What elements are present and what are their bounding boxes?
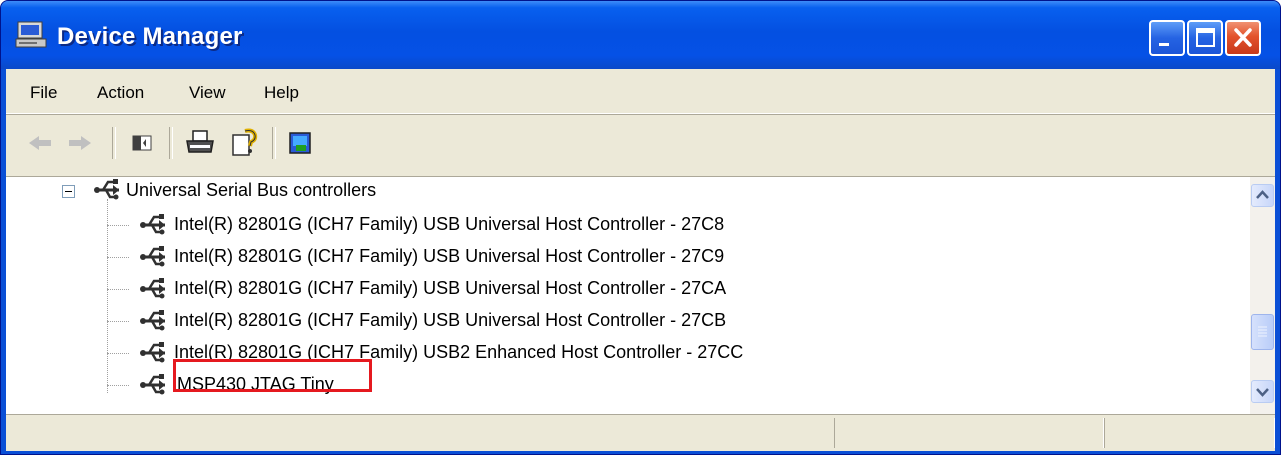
grip-icon xyxy=(1258,326,1267,337)
print-button[interactable] xyxy=(182,125,218,161)
forward-button[interactable] xyxy=(61,125,97,161)
usb-icon xyxy=(140,310,165,331)
status-pane xyxy=(1104,418,1275,448)
computer-icon xyxy=(15,21,47,48)
vertical-scrollbar[interactable] xyxy=(1250,177,1275,415)
maximize-button[interactable] xyxy=(1187,20,1223,56)
scroll-up-button[interactable] xyxy=(1251,184,1274,207)
show-hide-tree-button[interactable] xyxy=(124,125,160,161)
tree-device-row[interactable]: Intel(R) 82801G (ICH7 Family) USB Univer… xyxy=(6,273,1250,305)
status-pane xyxy=(834,418,1104,448)
device-label: Intel(R) 82801G (ICH7 Family) USB Univer… xyxy=(174,214,725,234)
menu-file[interactable]: File xyxy=(30,83,57,103)
close-icon xyxy=(1234,28,1252,47)
usb-icon xyxy=(140,214,165,235)
print-icon xyxy=(186,130,214,153)
tree-device-row[interactable]: Intel(R) 82801G (ICH7 Family) USB Univer… xyxy=(6,241,1250,273)
tree-connector xyxy=(107,353,129,354)
update-driver-button[interactable] xyxy=(282,125,318,161)
chevron-down-icon xyxy=(1256,388,1269,397)
menu-action[interactable]: Action xyxy=(97,83,144,103)
back-arrow-icon xyxy=(29,136,51,150)
scroll-thumb[interactable] xyxy=(1251,314,1274,350)
tree-connector xyxy=(107,385,129,386)
back-button[interactable] xyxy=(23,125,59,161)
usb-icon xyxy=(140,246,165,267)
usb-icon xyxy=(140,374,165,395)
tree-connector xyxy=(107,289,129,290)
device-manager-window: Device Manager File Action View Help Uni… xyxy=(0,0,1281,455)
toolbar-separator xyxy=(272,127,276,159)
usb-icon xyxy=(140,278,165,299)
highlight-annotation-box xyxy=(173,359,372,392)
category-label: Universal Serial Bus controllers xyxy=(126,180,377,200)
close-button[interactable] xyxy=(1225,20,1261,56)
tree-device-row[interactable]: Intel(R) 82801G (ICH7 Family) USB Univer… xyxy=(6,305,1250,337)
menu-view[interactable]: View xyxy=(189,83,226,103)
device-tree: Universal Serial Bus controllers Intel(R… xyxy=(6,177,1250,415)
minimize-icon xyxy=(1159,43,1169,46)
show-hide-console-tree-icon xyxy=(132,135,152,151)
forward-arrow-icon xyxy=(69,136,91,150)
toolbar xyxy=(6,114,1275,177)
chevron-up-icon xyxy=(1256,190,1269,199)
scroll-down-button[interactable] xyxy=(1251,380,1274,403)
tree-category-usb[interactable]: Universal Serial Bus controllers xyxy=(6,177,1250,209)
menu-bar: File Action View Help xyxy=(6,69,1275,114)
maximize-icon xyxy=(1196,28,1215,47)
client-area: File Action View Help Universal Serial B… xyxy=(6,69,1275,451)
usb-icon xyxy=(140,342,165,363)
tree-connector xyxy=(107,257,129,258)
title-bar[interactable]: Device Manager xyxy=(1,1,1280,69)
help-button[interactable] xyxy=(226,125,262,161)
usb-icon xyxy=(94,179,119,200)
help-icon xyxy=(232,128,258,156)
update-driver-icon xyxy=(289,132,311,154)
device-label: Intel(R) 82801G (ICH7 Family) USB Univer… xyxy=(174,310,727,330)
tree-connector xyxy=(107,225,129,226)
toolbar-separator xyxy=(169,127,173,159)
minimize-button[interactable] xyxy=(1149,20,1185,56)
collapse-toggle[interactable] xyxy=(62,185,75,198)
tree-connector xyxy=(107,321,129,322)
menu-help[interactable]: Help xyxy=(264,83,299,103)
toolbar-separator xyxy=(112,127,116,159)
device-tree-panel: Universal Serial Bus controllers Intel(R… xyxy=(6,176,1275,415)
device-label: Intel(R) 82801G (ICH7 Family) USB Univer… xyxy=(174,246,725,266)
window-title: Device Manager xyxy=(57,23,243,50)
tree-device-row[interactable]: Intel(R) 82801G (ICH7 Family) USB Univer… xyxy=(6,209,1250,241)
status-bar xyxy=(6,414,1275,451)
device-label: Intel(R) 82801G (ICH7 Family) USB Univer… xyxy=(174,278,727,298)
